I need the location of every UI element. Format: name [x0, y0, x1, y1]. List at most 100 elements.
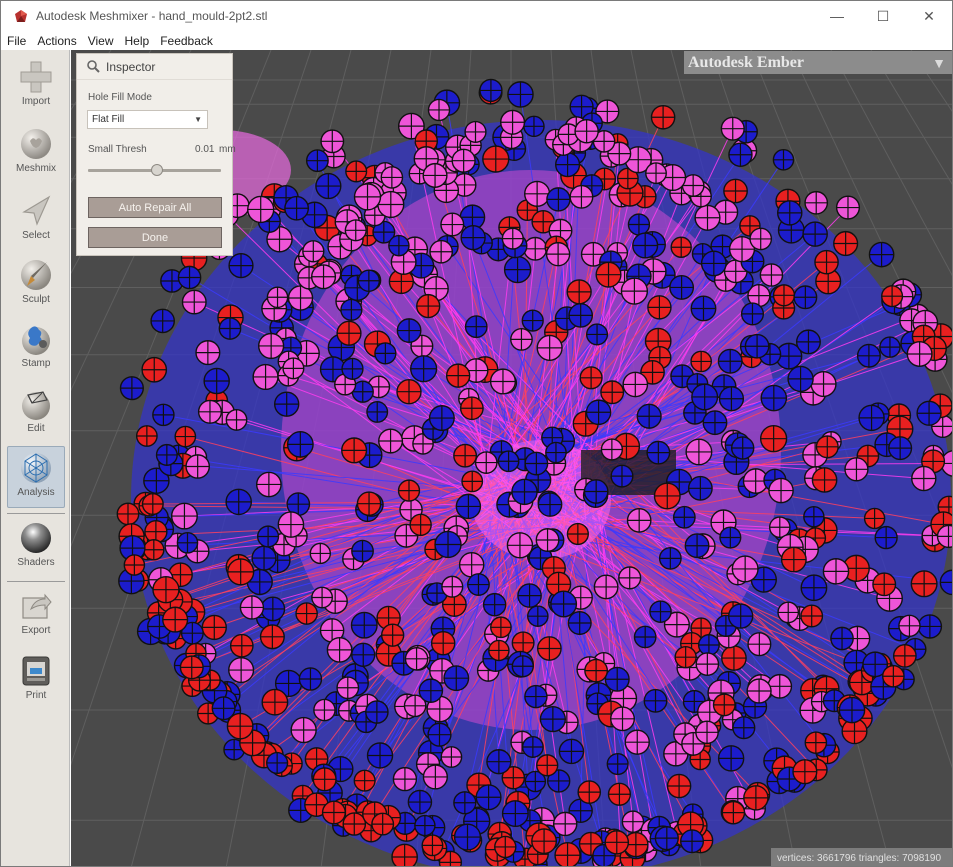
hole-marker[interactable]: [179, 655, 204, 680]
hole-marker[interactable]: [800, 574, 828, 602]
hole-marker[interactable]: [868, 241, 895, 268]
hole-marker[interactable]: [584, 658, 609, 683]
hole-marker[interactable]: [627, 213, 651, 236]
hole-marker[interactable]: [277, 511, 305, 538]
hole-marker[interactable]: [309, 542, 332, 565]
hole-marker[interactable]: [690, 350, 713, 373]
hole-marker[interactable]: [453, 823, 482, 851]
tool-print[interactable]: Print: [7, 650, 65, 712]
hole-marker[interactable]: [310, 264, 337, 290]
hole-marker[interactable]: [418, 678, 444, 703]
hole-marker[interactable]: [550, 590, 578, 618]
hole-marker[interactable]: [311, 586, 333, 609]
hole-marker[interactable]: [916, 400, 942, 426]
hole-marker[interactable]: [445, 363, 471, 388]
hole-marker[interactable]: [718, 386, 745, 412]
hole-marker[interactable]: [910, 570, 938, 598]
hole-marker[interactable]: [455, 493, 482, 520]
hole-marker[interactable]: [410, 355, 438, 383]
hole-marker[interactable]: [356, 491, 382, 517]
hole-marker[interactable]: [507, 81, 534, 108]
hole-marker[interactable]: [427, 98, 451, 122]
hole-marker[interactable]: [524, 451, 549, 476]
hole-marker[interactable]: [669, 275, 695, 300]
hole-marker[interactable]: [646, 440, 671, 465]
hole-marker[interactable]: [595, 261, 622, 288]
hole-marker[interactable]: [119, 376, 144, 401]
hole-marker[interactable]: [780, 546, 807, 573]
hole-marker[interactable]: [366, 400, 389, 423]
hole-marker[interactable]: [506, 532, 534, 559]
hole-marker[interactable]: [229, 633, 254, 658]
hole-marker[interactable]: [732, 716, 756, 740]
hole-marker[interactable]: [511, 655, 534, 678]
hole-marker[interactable]: [377, 190, 405, 219]
hole-marker[interactable]: [459, 396, 484, 421]
hole-marker[interactable]: [892, 644, 917, 668]
hole-marker[interactable]: [482, 145, 510, 173]
hole-marker[interactable]: [856, 343, 881, 368]
hole-marker[interactable]: [510, 328, 533, 351]
hole-marker[interactable]: [658, 546, 682, 570]
hole-marker[interactable]: [475, 784, 502, 811]
hole-marker[interactable]: [247, 195, 275, 224]
hole-marker[interactable]: [501, 227, 524, 250]
hole-marker[interactable]: [621, 810, 645, 833]
hole-marker[interactable]: [176, 532, 199, 554]
hole-marker[interactable]: [566, 279, 592, 305]
hole-marker[interactable]: [252, 363, 279, 391]
hole-marker[interactable]: [226, 712, 254, 740]
hole-marker[interactable]: [911, 465, 937, 492]
hole-marker[interactable]: [273, 391, 300, 417]
hole-marker[interactable]: [844, 457, 869, 482]
hole-marker[interactable]: [489, 368, 517, 395]
hole-marker[interactable]: [357, 269, 381, 292]
hole-marker[interactable]: [336, 320, 362, 346]
hole-marker[interactable]: [378, 428, 404, 454]
hole-marker[interactable]: [767, 673, 793, 699]
hole-marker[interactable]: [536, 636, 562, 661]
hole-marker[interactable]: [351, 642, 376, 667]
hole-marker[interactable]: [768, 477, 794, 504]
hole-marker[interactable]: [835, 195, 861, 220]
hole-marker[interactable]: [674, 646, 697, 669]
hole-marker[interactable]: [536, 754, 559, 777]
hole-marker[interactable]: [690, 295, 717, 322]
hole-marker[interactable]: [872, 572, 897, 597]
hole-marker[interactable]: [312, 767, 337, 792]
hole-marker[interactable]: [593, 574, 619, 600]
hole-marker[interactable]: [632, 232, 659, 259]
minimize-button[interactable]: —: [814, 1, 860, 31]
hole-marker[interactable]: [488, 639, 510, 662]
hole-marker[interactable]: [416, 293, 441, 319]
hole-marker[interactable]: [531, 828, 557, 855]
menu-view[interactable]: View: [88, 34, 114, 48]
hole-marker[interactable]: [320, 129, 345, 154]
hole-marker[interactable]: [759, 263, 784, 287]
hole-marker[interactable]: [374, 342, 397, 365]
hole-marker[interactable]: [527, 605, 549, 627]
hole-marker[interactable]: [545, 441, 567, 464]
hole-marker[interactable]: [464, 120, 487, 144]
hole-marker[interactable]: [687, 475, 713, 501]
hole-marker[interactable]: [814, 249, 839, 275]
hole-marker[interactable]: [577, 780, 602, 804]
hole-marker[interactable]: [804, 731, 828, 754]
hole-marker[interactable]: [795, 329, 821, 355]
hole-marker[interactable]: [626, 507, 652, 533]
small-thresh-slider-handle[interactable]: [151, 164, 164, 176]
hole-marker[interactable]: [380, 623, 405, 647]
hole-marker[interactable]: [727, 603, 754, 629]
hole-marker[interactable]: [499, 109, 526, 135]
hole-marker[interactable]: [777, 601, 800, 624]
hole-marker[interactable]: [881, 285, 904, 308]
hole-marker[interactable]: [218, 317, 242, 340]
hole-marker[interactable]: [746, 678, 772, 704]
hole-marker[interactable]: [585, 323, 609, 346]
tool-edit[interactable]: Edit: [7, 383, 65, 445]
hole-marker[interactable]: [600, 380, 625, 405]
hole-marker[interactable]: [434, 530, 462, 559]
hole-marker[interactable]: [490, 616, 512, 639]
hole-marker[interactable]: [833, 230, 859, 257]
hole-marker[interactable]: [695, 652, 720, 677]
